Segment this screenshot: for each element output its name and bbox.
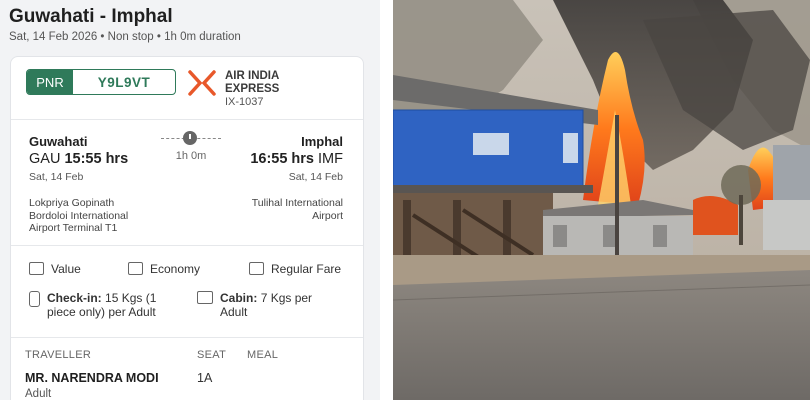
arrival-airport-line: Tulihal International bbox=[251, 197, 343, 209]
arrival-date: Sat, 14 Feb bbox=[288, 171, 343, 183]
cabin-baggage: Cabin: 7 Kgs per Adult bbox=[197, 291, 347, 319]
pnr-value: Y9L9VT bbox=[97, 74, 151, 90]
checkin-value: piece only) per Adult bbox=[47, 305, 156, 319]
cabin-label: Cabin: bbox=[220, 291, 258, 305]
fare-type-label: Regular Fare bbox=[271, 262, 342, 276]
clock-icon bbox=[183, 131, 197, 145]
checkin-label: Check-in: bbox=[47, 291, 102, 305]
departure-time: 15:55 hrs bbox=[64, 151, 129, 167]
divider bbox=[11, 245, 363, 246]
arrival-time-code: 16:55 hrs IMF bbox=[250, 151, 343, 167]
route-subtitle: Sat, 14 Feb 2026 • Non stop • 1h 0m dura… bbox=[9, 31, 241, 43]
fire-scene-image bbox=[393, 0, 810, 400]
checkin-baggage: Check-in: 15 Kgs (1 piece only) per Adul… bbox=[29, 291, 184, 319]
money-icon bbox=[29, 262, 44, 275]
fare-value: Value bbox=[29, 262, 81, 276]
ticket-panel: Guwahati - Imphal Sat, 14 Feb 2026 • Non… bbox=[0, 0, 380, 400]
airline-logo-icon bbox=[188, 70, 216, 96]
arrival-city: Imphal bbox=[301, 134, 343, 149]
departure-city: Guwahati bbox=[29, 134, 88, 149]
arrival-airport-line: Airport bbox=[312, 209, 343, 222]
seat-header: SEAT bbox=[197, 349, 227, 361]
traveller-type: Adult bbox=[25, 388, 52, 400]
booking-card: PNR Y9L9VT AIR INDIA EXPRESS IX-1037 Guw… bbox=[10, 56, 364, 400]
fare-type: Regular Fare bbox=[249, 262, 341, 276]
traveller-seat: 1A bbox=[197, 371, 213, 385]
divider bbox=[11, 337, 363, 338]
arrival-code: IMF bbox=[318, 151, 343, 167]
fare-class: Economy bbox=[128, 262, 200, 276]
departure-airport-line: Airport Terminal T1 bbox=[29, 222, 118, 234]
flight-number: IX-1037 bbox=[225, 96, 264, 108]
traveller-header: TRAVELLER bbox=[25, 349, 92, 361]
pnr-badge[interactable]: PNR Y9L9VT bbox=[26, 69, 176, 95]
departure-code: GAU bbox=[29, 151, 61, 167]
cabin-value: 7 Kgs per bbox=[260, 291, 313, 305]
divider bbox=[11, 119, 363, 120]
fare-value-label: Value bbox=[51, 262, 81, 276]
departure-airport: Lokpriya Gopinath Bordoloi International… bbox=[29, 197, 128, 235]
traveller-name: MR. NARENDRA MODI bbox=[25, 371, 159, 385]
fare-class-label: Economy bbox=[150, 262, 201, 276]
arrival-time: 16:55 hrs bbox=[250, 151, 314, 167]
cabin-value: Adult bbox=[220, 305, 248, 319]
departure-date: Sat, 14 Feb bbox=[29, 171, 84, 183]
calendar-icon bbox=[249, 262, 264, 275]
departure-code-time: GAU 15:55 hrs bbox=[29, 151, 128, 167]
route-title: Guwahati - Imphal bbox=[9, 6, 173, 27]
duration-text: 1h 0m bbox=[175, 150, 207, 162]
arrival-airport: Tulihal International Airport bbox=[252, 197, 343, 222]
luggage-icon bbox=[29, 291, 40, 307]
calendar-icon bbox=[128, 262, 143, 275]
meal-header: MEAL bbox=[247, 349, 279, 361]
airline-name: AIR INDIA EXPRESS bbox=[225, 70, 280, 95]
pnr-label: PNR bbox=[27, 70, 73, 94]
departure-airport-line: Lokpriya Gopinath bbox=[29, 197, 115, 209]
checkin-value: 15 Kgs (1 bbox=[105, 291, 157, 305]
briefcase-icon bbox=[197, 291, 213, 304]
departure-airport-line: Bordoloi International bbox=[29, 209, 129, 222]
house-fire-photo bbox=[393, 0, 810, 400]
panel-separator bbox=[380, 0, 393, 400]
